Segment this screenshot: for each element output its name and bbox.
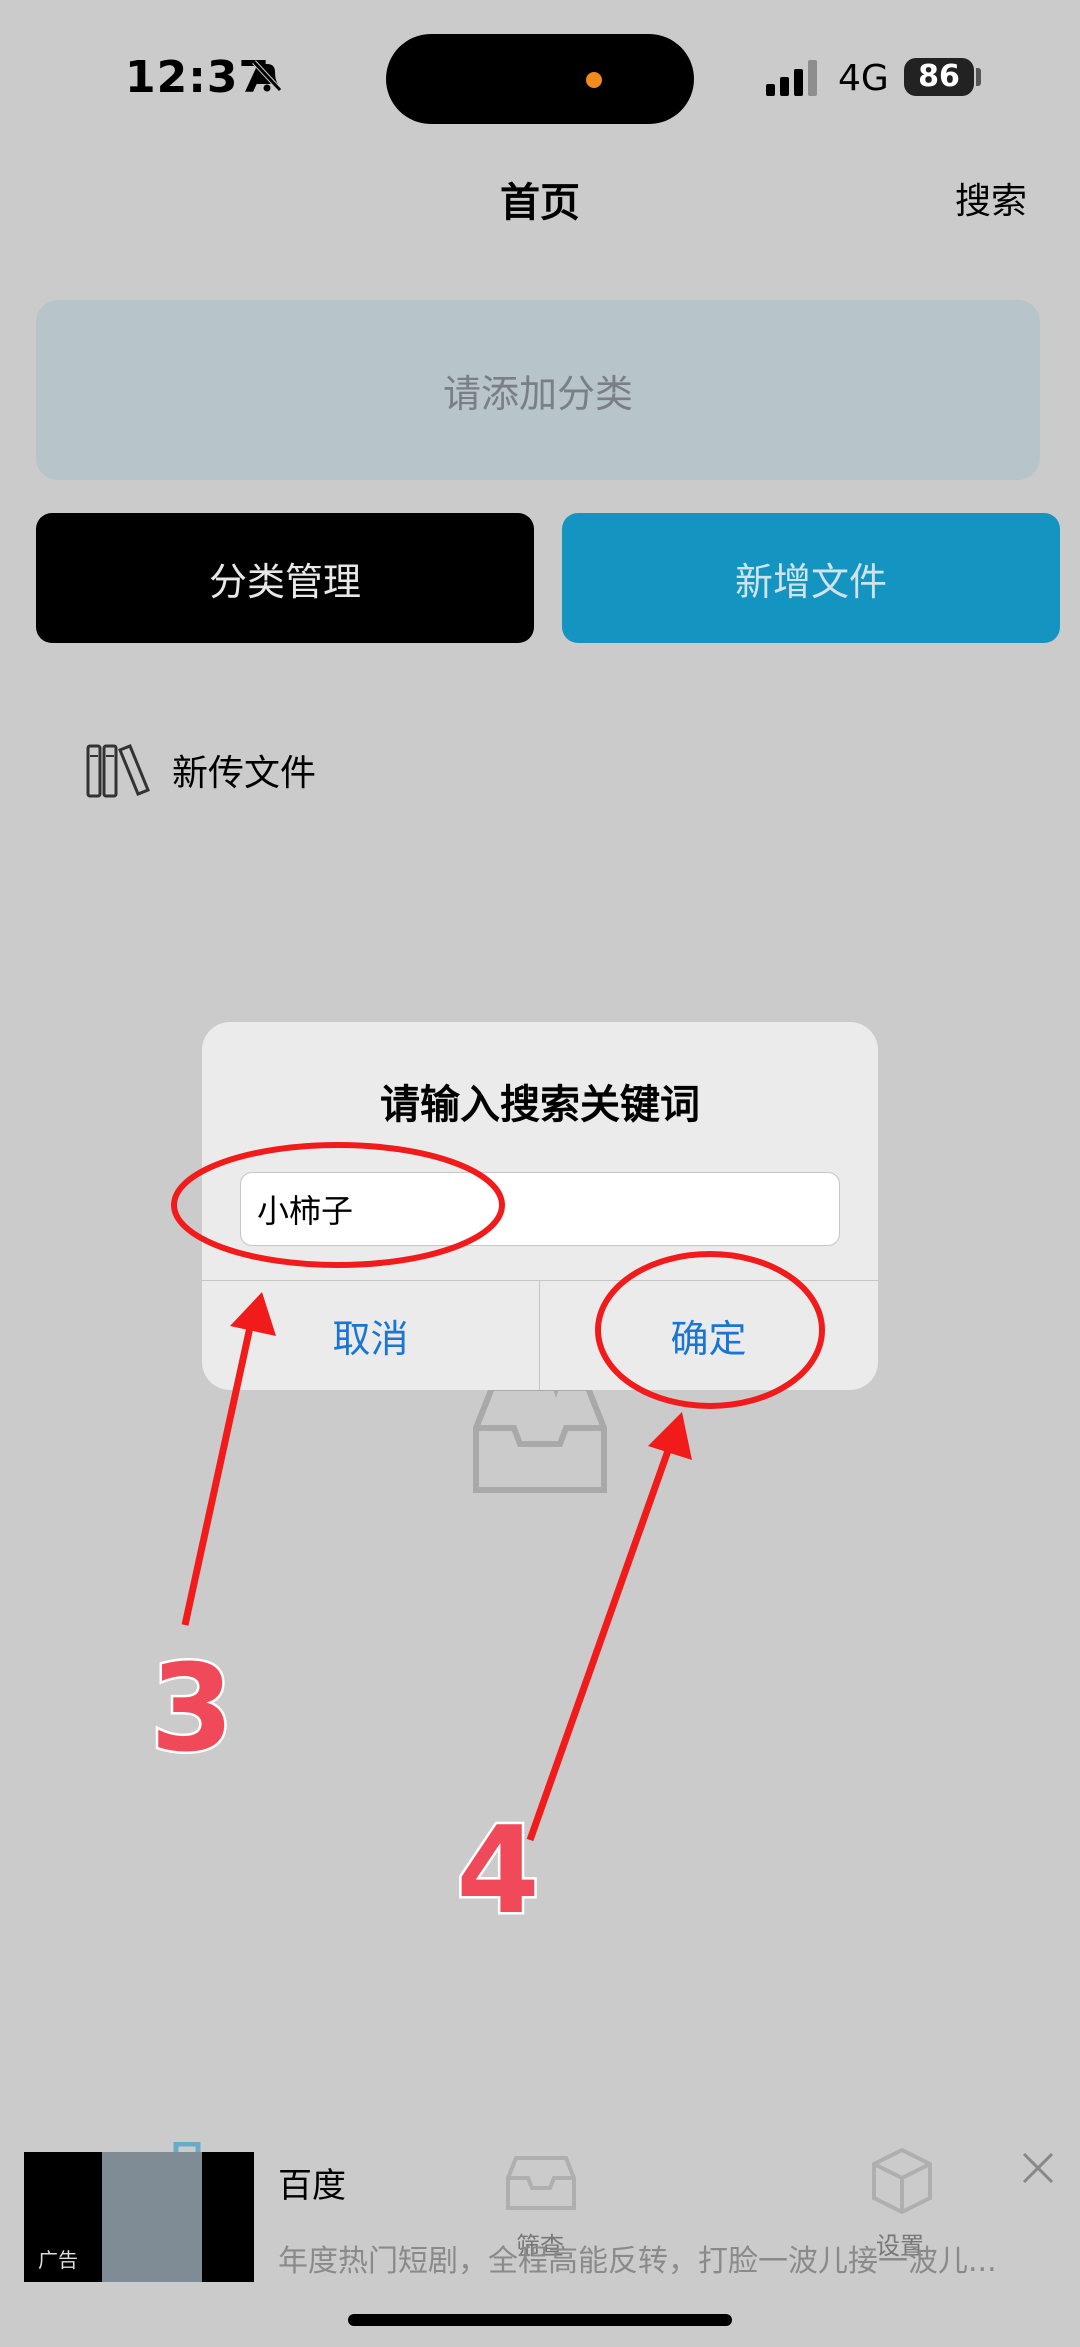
step-4-label: 4 (456, 1802, 540, 1941)
arrow-4-line (526, 1443, 674, 1842)
input-highlight-circle (171, 1142, 505, 1268)
arrow-3-head (230, 1292, 276, 1336)
annotation-overlay: 3 4 (148, 1142, 825, 1944)
step-3-label: 3 (150, 1640, 234, 1779)
confirm-highlight-circle (595, 1251, 825, 1409)
arrow-3-line (181, 1317, 256, 1626)
arrow-4-head (648, 1412, 692, 1460)
